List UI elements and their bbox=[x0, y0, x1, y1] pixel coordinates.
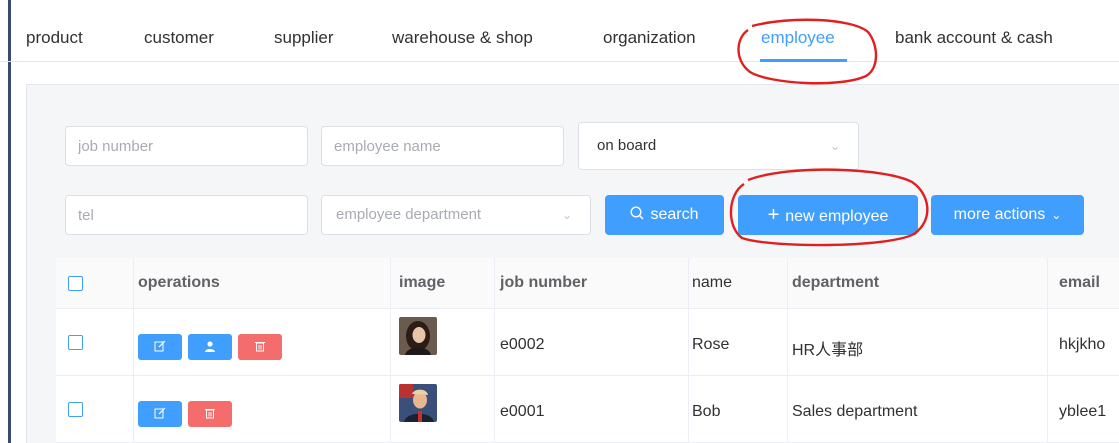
employee-name-input[interactable] bbox=[321, 126, 564, 166]
row-checkbox[interactable] bbox=[68, 402, 83, 417]
cell-email: yblee1 bbox=[1059, 403, 1107, 420]
top-tab-bar: product customer supplier warehouse & sh… bbox=[0, 0, 1119, 62]
department-select[interactable]: employee department ⌄ bbox=[321, 195, 591, 235]
delete-button[interactable] bbox=[238, 334, 282, 360]
table-row-divider bbox=[56, 308, 1119, 309]
active-tab-indicator bbox=[760, 59, 847, 62]
column-header-name[interactable]: name bbox=[692, 258, 732, 308]
table-col-divider bbox=[390, 258, 391, 443]
user-icon bbox=[205, 341, 215, 352]
table-col-divider bbox=[133, 258, 134, 443]
new-employee-button[interactable]: + new employee bbox=[738, 195, 918, 235]
edit-icon bbox=[154, 407, 166, 419]
tab-organization[interactable]: organization bbox=[603, 28, 696, 48]
sidebar-edge bbox=[8, 0, 11, 443]
new-employee-button-label: new employee bbox=[785, 208, 889, 225]
cell-department: HR人事部 bbox=[792, 342, 864, 359]
table-col-divider bbox=[688, 258, 689, 443]
edit-button[interactable] bbox=[138, 401, 182, 427]
row-checkbox[interactable] bbox=[68, 335, 83, 350]
edit-icon bbox=[154, 340, 166, 352]
table-col-divider bbox=[787, 258, 788, 443]
table-row-divider bbox=[56, 375, 1119, 376]
tab-supplier[interactable]: supplier bbox=[274, 28, 334, 48]
search-icon bbox=[630, 206, 644, 220]
plus-icon: + bbox=[767, 204, 780, 226]
column-header-email[interactable]: email bbox=[1059, 258, 1100, 308]
more-actions-button[interactable]: more actions ⌄ bbox=[931, 195, 1084, 235]
column-header-job-number[interactable]: job number bbox=[500, 258, 587, 308]
job-number-input[interactable] bbox=[65, 126, 308, 166]
cell-name: Rose bbox=[692, 336, 730, 353]
edit-button[interactable] bbox=[138, 334, 182, 360]
cell-job-number: e0001 bbox=[500, 403, 545, 420]
table-col-divider bbox=[494, 258, 495, 443]
chevron-down-icon: ⌄ bbox=[1051, 208, 1062, 222]
delete-button[interactable] bbox=[188, 401, 232, 427]
cell-email: hkjkho bbox=[1059, 336, 1106, 353]
cell-name: Bob bbox=[692, 403, 721, 420]
tab-product[interactable]: product bbox=[26, 28, 83, 48]
tab-bank-account-cash[interactable]: bank account & cash bbox=[895, 28, 1053, 48]
employee-photo-avatar bbox=[399, 384, 437, 422]
cell-department: Sales department bbox=[792, 403, 918, 420]
department-select-placeholder: employee department bbox=[336, 206, 482, 223]
chevron-down-icon: ⌄ bbox=[829, 139, 840, 153]
chevron-down-icon: ⌄ bbox=[561, 208, 572, 222]
table-col-divider bbox=[1047, 258, 1048, 443]
select-all-checkbox[interactable] bbox=[68, 276, 83, 291]
tab-employee[interactable]: employee bbox=[761, 28, 835, 48]
employee-table: operations image job number name departm… bbox=[56, 258, 1119, 443]
more-actions-button-label: more actions bbox=[953, 206, 1046, 223]
user-account-button[interactable] bbox=[188, 334, 232, 360]
search-button[interactable]: search bbox=[605, 195, 724, 235]
tab-warehouse-shop[interactable]: warehouse & shop bbox=[392, 28, 533, 48]
status-select-value: on board bbox=[597, 137, 657, 154]
cell-job-number: e0002 bbox=[500, 336, 545, 353]
employee-management-page: product customer supplier warehouse & sh… bbox=[0, 0, 1119, 443]
tel-input[interactable] bbox=[65, 195, 308, 235]
delete-icon bbox=[255, 342, 265, 352]
employee-photo-avatar bbox=[399, 317, 437, 355]
column-header-operations: operations bbox=[138, 274, 220, 291]
tab-customer[interactable]: customer bbox=[144, 28, 214, 48]
column-header-image: image bbox=[399, 274, 446, 291]
delete-icon bbox=[205, 409, 215, 419]
search-button-label: search bbox=[650, 206, 699, 223]
status-select[interactable]: on board ⌄ bbox=[578, 122, 859, 170]
column-header-department[interactable]: department bbox=[792, 258, 879, 308]
